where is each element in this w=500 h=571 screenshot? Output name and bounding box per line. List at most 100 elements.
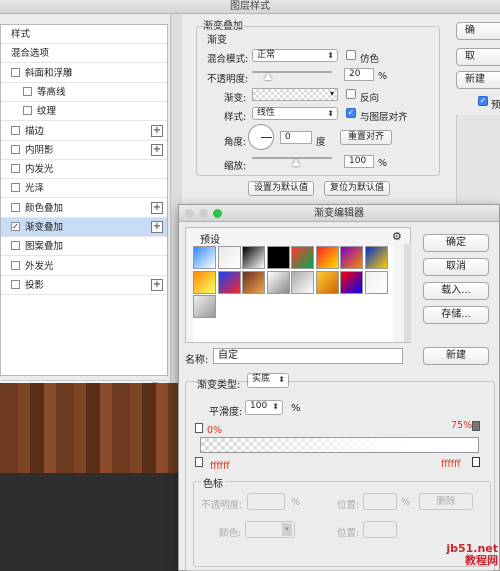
opacity-stop-right[interactable] — [472, 421, 480, 431]
style-list-item[interactable]: 内阴影 + — [1, 141, 167, 160]
style-checkbox[interactable] — [11, 67, 20, 77]
gradient-ramp[interactable] — [200, 437, 479, 453]
style-list-item[interactable]: 颜色叠加 + — [1, 199, 167, 218]
ge-cancel-button[interactable]: 取消 — [423, 258, 489, 276]
new-style-button[interactable]: 新建 — [456, 71, 500, 89]
stop-position-input[interactable] — [363, 493, 397, 510]
stops-group-label: 色标 — [201, 475, 225, 490]
reverse-checkbox[interactable] — [346, 89, 356, 99]
blend-mode-select[interactable]: 正常 ⬍ — [252, 49, 338, 62]
style-checkbox[interactable] — [23, 86, 32, 96]
style-list-item[interactable]: 图案叠加 — [1, 237, 167, 257]
angle-input[interactable]: 0 — [280, 131, 312, 144]
preset-swatch[interactable] — [266, 246, 290, 269]
style-list-item[interactable]: 斜面和浮雕 — [1, 64, 167, 83]
opacity-slider-thumb[interactable] — [264, 73, 272, 80]
style-list-item[interactable]: 内发光 — [1, 160, 167, 180]
preset-swatch[interactable] — [193, 295, 216, 318]
gradient-type-select[interactable]: 实底 ⬍ — [247, 373, 289, 388]
opacity-unit: % — [378, 71, 388, 82]
opacity-input[interactable]: 20 — [344, 68, 374, 81]
style-checkbox[interactable] — [11, 183, 20, 193]
preset-swatch[interactable] — [315, 246, 339, 269]
name-input[interactable]: 自定 — [213, 348, 403, 364]
scale-input[interactable]: 100 — [344, 155, 374, 168]
stop-color-swatch[interactable]: ▾ — [245, 521, 295, 538]
gradient-preview[interactable]: ▾ — [252, 88, 338, 101]
add-effect-icon[interactable]: + — [151, 201, 163, 214]
ge-save-button[interactable]: 存储... — [423, 306, 489, 324]
preset-swatch[interactable] — [193, 246, 216, 269]
zoom-window-icon[interactable] — [213, 209, 222, 218]
preset-swatch[interactable] — [266, 270, 290, 294]
color-stop-right[interactable] — [472, 457, 480, 467]
style-list-item[interactable]: ✓ 渐变叠加 + — [1, 218, 167, 237]
reset-default-button[interactable]: 复位为默认值 — [324, 181, 390, 196]
style-checkbox[interactable] — [11, 241, 20, 251]
angle-dial[interactable] — [248, 124, 274, 150]
opacity-stop-left[interactable] — [195, 423, 203, 433]
dither-checkbox[interactable] — [346, 50, 356, 60]
style-list-label: 颜色叠加 — [25, 202, 64, 214]
scale-slider-thumb[interactable] — [292, 159, 300, 166]
add-effect-icon[interactable]: + — [151, 143, 163, 156]
style-checkbox[interactable] — [23, 106, 32, 116]
style-select[interactable]: 线性 ⬍ — [252, 107, 338, 120]
minimize-window-icon[interactable] — [199, 209, 208, 218]
style-list-item[interactable]: 描边 + — [1, 122, 167, 141]
align-layer-checkbox[interactable]: ✓ — [346, 108, 356, 118]
add-effect-icon[interactable]: + — [151, 221, 163, 233]
preset-swatch[interactable] — [242, 270, 265, 294]
cancel-button[interactable]: 取 — [456, 48, 500, 66]
preview-checkbox[interactable]: ✓ — [478, 96, 488, 106]
gear-icon[interactable]: ⚙ — [392, 230, 402, 243]
preset-swatch[interactable] — [242, 246, 265, 269]
ge-load-button[interactable]: 载入... — [423, 282, 489, 300]
add-effect-icon[interactable]: + — [151, 124, 163, 137]
sub-title: 渐变 — [207, 35, 227, 46]
preset-swatch[interactable] — [340, 246, 363, 269]
style-checkbox[interactable] — [11, 202, 20, 212]
preset-swatch[interactable] — [217, 246, 241, 269]
preset-swatch[interactable] — [315, 270, 339, 294]
style-list-item[interactable]: 混合选项 — [1, 44, 167, 64]
style-checkbox[interactable] — [11, 260, 20, 270]
presets-scrollbar[interactable] — [404, 244, 411, 342]
style-list-item[interactable]: 投影 + — [1, 276, 167, 295]
style-value: 线性 — [257, 108, 276, 118]
smoothness-value: 100 — [250, 401, 268, 411]
style-checkbox[interactable]: ✓ — [11, 222, 20, 231]
style-list-label: 等高线 — [37, 86, 66, 98]
set-default-button[interactable]: 设置为默认值 — [248, 181, 314, 196]
delete-stop-button[interactable]: 删除 — [419, 493, 473, 510]
preset-swatch[interactable] — [291, 246, 314, 269]
preset-swatch[interactable] — [193, 270, 216, 294]
add-effect-icon[interactable]: + — [151, 278, 163, 291]
style-checkbox[interactable] — [11, 164, 20, 174]
style-list-label: 光泽 — [25, 183, 45, 195]
style-list-item[interactable]: 纹理 — [1, 102, 167, 122]
style-list-item[interactable]: 光泽 — [1, 179, 167, 199]
color-stop-left[interactable] — [195, 457, 203, 467]
preset-swatch[interactable] — [217, 270, 241, 294]
style-checkbox[interactable] — [11, 144, 20, 154]
smoothness-input[interactable]: 100 ⬍ — [245, 400, 283, 415]
preset-swatch[interactable] — [364, 246, 388, 269]
style-checkbox[interactable] — [11, 125, 20, 135]
style-list-item[interactable]: 外发光 — [1, 257, 167, 276]
close-window-icon[interactable] — [185, 209, 194, 218]
style-list-label: 样式 — [11, 29, 31, 40]
preset-swatch[interactable] — [291, 270, 314, 294]
ok-button[interactable]: 确 — [456, 22, 500, 40]
preset-swatch[interactable] — [364, 270, 388, 294]
preset-swatch[interactable] — [340, 270, 363, 294]
delete-stop-label: 删除 — [436, 496, 456, 507]
stop-opacity-input[interactable] — [247, 493, 285, 510]
style-list-item[interactable]: 等高线 — [1, 83, 167, 102]
reset-align-button[interactable]: 重置对齐 — [340, 130, 392, 145]
style-checkbox[interactable] — [11, 279, 20, 289]
ge-new-button[interactable]: 新建 — [423, 347, 489, 365]
ge-ok-button[interactable]: 确定 — [423, 234, 489, 252]
style-list-item[interactable]: 样式 — [1, 25, 167, 44]
stop-color-position-input[interactable] — [363, 521, 397, 538]
